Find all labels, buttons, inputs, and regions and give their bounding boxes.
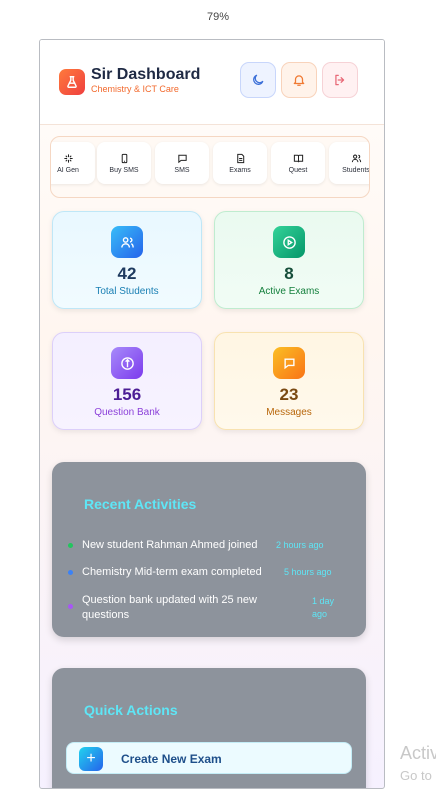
os-watermark-line2: Go to bbox=[400, 768, 432, 783]
activity-text: Chemistry Mid-term exam completed bbox=[82, 566, 262, 578]
flask-icon bbox=[59, 69, 85, 95]
moon-icon bbox=[253, 74, 264, 85]
stat-value: 23 bbox=[279, 385, 299, 404]
users-icon bbox=[351, 154, 361, 162]
status-dot bbox=[68, 543, 73, 548]
status-dot bbox=[68, 570, 73, 575]
zoom-indicator: 79% bbox=[206, 11, 230, 23]
chat-icon bbox=[273, 347, 305, 379]
quick-nav-label: AI Gen bbox=[57, 166, 79, 174]
create-exam-label: Create New Exam bbox=[121, 752, 222, 766]
quick-nav-label: Buy SMS bbox=[109, 166, 139, 174]
notifications-button[interactable] bbox=[281, 62, 317, 98]
quick-nav-buy-sms[interactable]: Buy SMS bbox=[97, 142, 151, 184]
stat-value: 156 bbox=[112, 385, 142, 404]
stat-card-active-exams[interactable]: 8 Active Exams bbox=[214, 211, 364, 309]
quick-nav-quest[interactable]: Quest bbox=[271, 142, 325, 184]
activity-time: 5 hours ago bbox=[284, 567, 332, 577]
quick-nav-label: Students bbox=[342, 166, 370, 174]
plus-icon: + bbox=[79, 747, 103, 771]
quick-nav-exams[interactable]: Exams bbox=[213, 142, 267, 184]
os-watermark-line1: Activ bbox=[400, 743, 436, 763]
quick-nav-ai-gen[interactable]: AI Gen bbox=[51, 142, 95, 184]
stat-card-total-students[interactable]: 42 Total Students bbox=[52, 211, 202, 309]
quick-nav-label: Quest bbox=[288, 166, 308, 174]
users-icon bbox=[111, 226, 143, 258]
stat-label: Messages bbox=[266, 407, 312, 418]
stat-value: 8 bbox=[284, 264, 294, 283]
activity-text: New student Rahman Ahmed joined bbox=[82, 539, 258, 551]
compass-icon bbox=[111, 347, 143, 379]
activity-text: Question bank updated with 25 new questi… bbox=[82, 594, 257, 621]
quick-actions-panel: Quick Actions + Create New Exam bbox=[52, 668, 366, 788]
app-subtitle: Chemistry & ICT Care bbox=[91, 84, 179, 94]
app-title: Sir Dashboard bbox=[91, 66, 201, 83]
status-dot bbox=[68, 604, 73, 609]
document-icon bbox=[236, 153, 244, 163]
stat-value: 42 bbox=[117, 264, 137, 283]
recent-activities-title: Recent Activities bbox=[84, 496, 197, 512]
quick-actions-title: Quick Actions bbox=[84, 702, 178, 718]
mobile-viewport: Sir Dashboard Chemistry & ICT Care AI Ge… bbox=[39, 39, 385, 789]
play-circle-icon bbox=[273, 226, 305, 258]
message-icon bbox=[177, 154, 187, 163]
quick-nav-bar[interactable]: AI Gen Buy SMS SMS Exams Quest Students bbox=[50, 136, 370, 198]
quick-nav-label: Exams bbox=[229, 166, 251, 174]
quick-nav-students[interactable]: Students bbox=[329, 142, 370, 184]
quick-nav-sms[interactable]: SMS bbox=[155, 142, 209, 184]
stat-label: Active Exams bbox=[258, 286, 320, 297]
phone-icon bbox=[121, 153, 127, 163]
create-exam-button[interactable]: + Create New Exam bbox=[66, 742, 352, 774]
logout-icon bbox=[335, 74, 345, 86]
book-icon bbox=[293, 154, 303, 162]
stat-card-question-bank[interactable]: 156 Question Bank bbox=[52, 332, 202, 430]
sparkle-icon bbox=[63, 153, 73, 163]
activity-time: 1 day ago bbox=[312, 596, 335, 619]
recent-activities-panel: Recent Activities New student Rahman Ahm… bbox=[52, 462, 366, 637]
quick-nav-label: SMS bbox=[174, 166, 190, 174]
logout-button[interactable] bbox=[322, 62, 358, 98]
stat-card-messages[interactable]: 23 Messages bbox=[214, 332, 364, 430]
stat-label: Question Bank bbox=[94, 407, 160, 418]
theme-toggle-button[interactable] bbox=[240, 62, 276, 98]
stat-label: Total Students bbox=[95, 286, 159, 297]
app-header: Sir Dashboard Chemistry & ICT Care bbox=[40, 40, 384, 125]
activity-time: 2 hours ago bbox=[276, 540, 324, 550]
bell-icon bbox=[293, 75, 305, 86]
